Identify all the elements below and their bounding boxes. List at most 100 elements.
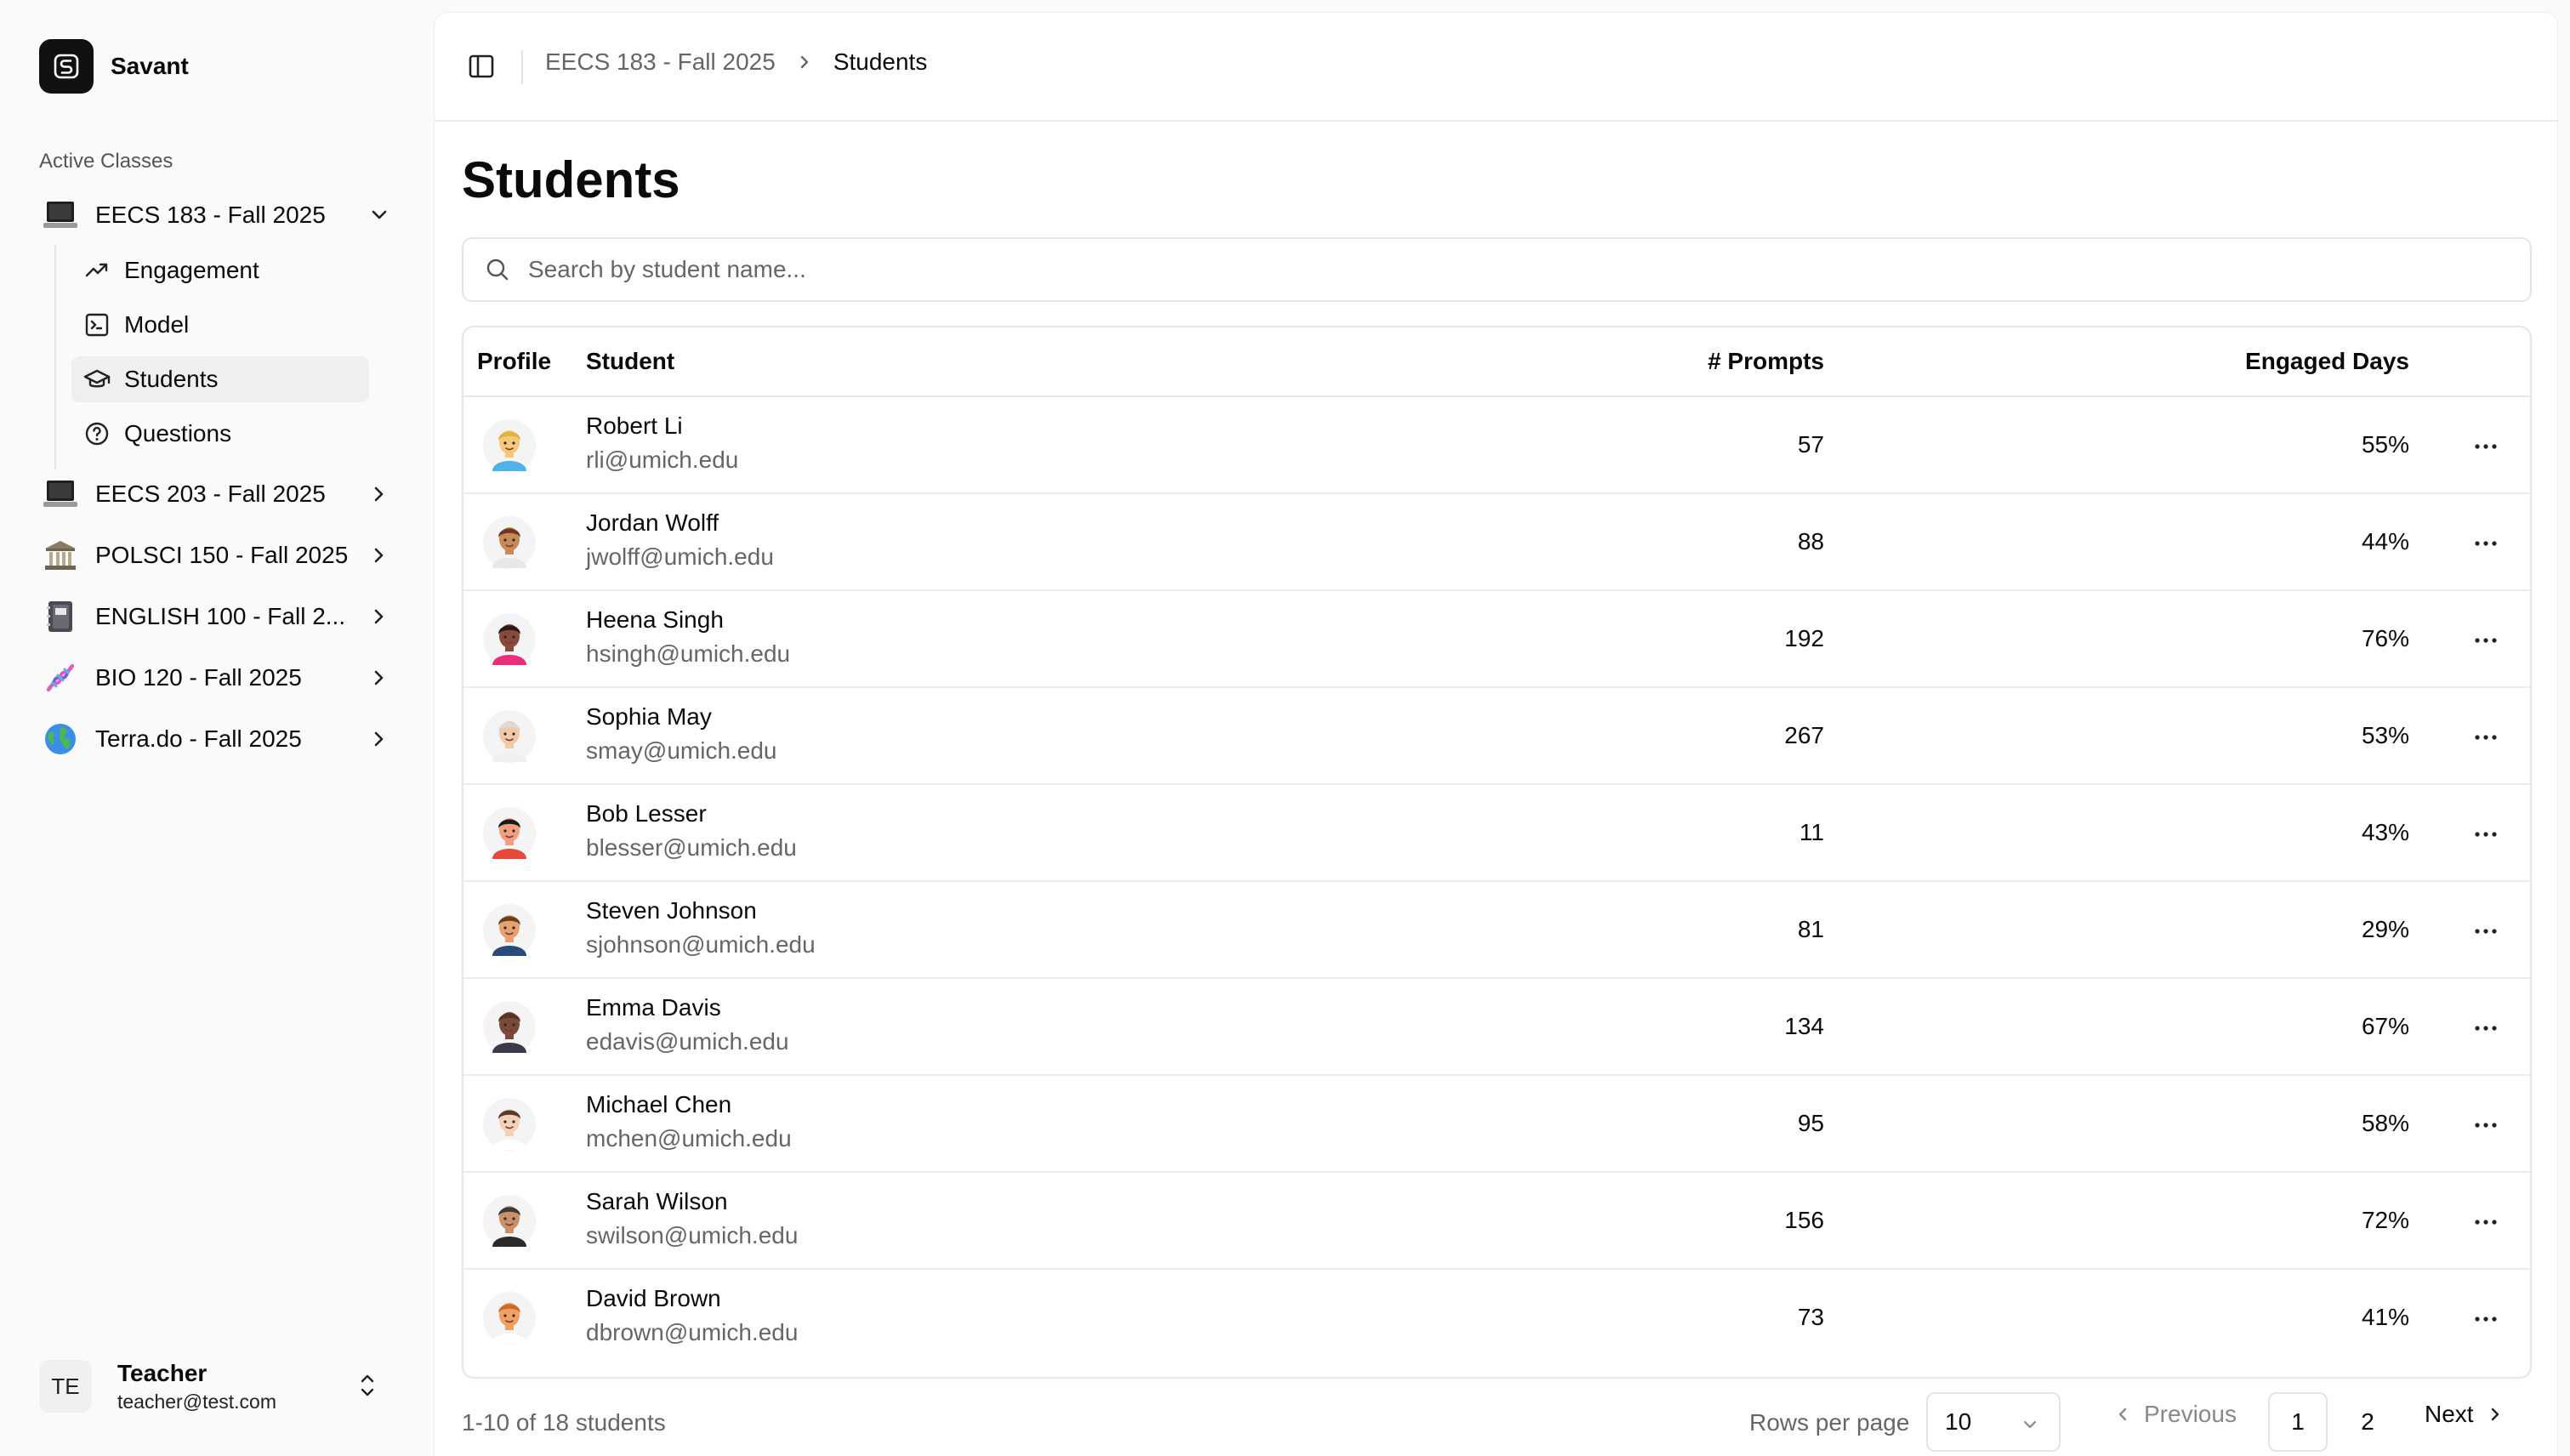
rows-per-page-select[interactable]: 10 [1926, 1392, 2061, 1452]
subnav-questions[interactable]: Questions [71, 411, 369, 457]
notebook-icon [41, 597, 80, 636]
students-table: Profile Student # Prompts Engaged Days R… [462, 326, 2532, 1379]
subnav-model[interactable]: Model [71, 302, 369, 348]
chevron-right-icon[interactable] [367, 666, 391, 690]
column-header-student[interactable]: Student [586, 348, 674, 375]
student-name[interactable]: Sophia May [586, 703, 712, 731]
subnav-label: Students [124, 366, 219, 392]
class-item-terrado[interactable]: Terra.do - Fall 2025 [31, 713, 405, 765]
chevron-right-icon[interactable] [367, 543, 391, 567]
more-horizontal-icon[interactable] [2469, 817, 2503, 851]
globe-icon [41, 719, 80, 759]
engaged-days: 41% [2361, 1304, 2409, 1330]
engaged-days: 55% [2361, 431, 2409, 458]
student-avatar [482, 903, 537, 958]
main-panel: EECS 183 - Fall 2025 Students Students P… [434, 12, 2559, 1456]
chevron-right-icon[interactable] [367, 482, 391, 506]
chevron-down-icon [2020, 1414, 2040, 1435]
student-email: smay@umich.edu [586, 737, 777, 764]
sidebar: Savant Active Classes EECS 183 - Fall 20… [0, 0, 434, 1456]
sidebar-toggle-icon[interactable] [467, 52, 496, 81]
chevron-down-icon[interactable] [367, 203, 391, 227]
chevron-right-icon[interactable] [367, 605, 391, 628]
student-avatar [482, 1097, 537, 1152]
more-horizontal-icon[interactable] [2469, 1205, 2503, 1239]
more-horizontal-icon[interactable] [2469, 526, 2503, 560]
table-row[interactable]: Emma Davis edavis@umich.edu 134 67% [463, 979, 2530, 1076]
student-avatar [482, 1000, 537, 1055]
topbar-divider [521, 50, 523, 84]
user-menu[interactable]: TE Teacher teacher@test.com [39, 1344, 396, 1429]
chevron-left-icon [2118, 1408, 2127, 1421]
more-horizontal-icon[interactable] [2469, 623, 2503, 657]
engaged-days: 58% [2361, 1110, 2409, 1136]
student-email: edavis@umich.edu [586, 1028, 789, 1055]
laptop-icon [41, 475, 80, 514]
previous-page-button[interactable]: Previous [2113, 1401, 2237, 1428]
table-row[interactable]: Steven Johnson sjohnson@umich.edu 81 29% [463, 882, 2530, 979]
more-horizontal-icon[interactable] [2469, 720, 2503, 754]
table-row[interactable]: Sarah Wilson swilson@umich.edu 156 72% [463, 1173, 2530, 1270]
student-name[interactable]: Robert Li [586, 412, 683, 440]
more-horizontal-icon[interactable] [2469, 914, 2503, 948]
page-button-2[interactable]: 2 [2338, 1392, 2397, 1452]
student-name[interactable]: Heena Singh [586, 606, 724, 634]
next-page-button[interactable]: Next [2425, 1401, 2505, 1428]
student-name[interactable]: Emma Davis [586, 994, 721, 1021]
table-header: Profile Student # Prompts Engaged Days [463, 327, 2530, 397]
rows-per-page-label: Rows per page [1749, 1409, 1910, 1436]
subnav-engagement[interactable]: Engagement [71, 247, 369, 293]
avatar-illustration [483, 1098, 536, 1151]
column-header-profile: Profile [477, 348, 552, 374]
table-row[interactable]: Jordan Wolff jwolff@umich.edu 88 44% [463, 494, 2530, 591]
student-email: hsingh@umich.edu [586, 640, 791, 667]
results-summary: 1-10 of 18 students [462, 1409, 666, 1436]
student-avatar [482, 806, 537, 861]
search-icon [484, 256, 511, 283]
prompt-count: 11 [1799, 819, 1824, 845]
table-row[interactable]: David Brown dbrown@umich.edu 73 41% [463, 1270, 2530, 1367]
student-avatar [482, 709, 537, 764]
table-row[interactable]: Sophia May smay@umich.edu 267 53% [463, 688, 2530, 785]
class-item-eecs203[interactable]: EECS 203 - Fall 2025 [31, 468, 405, 520]
user-avatar: TE [39, 1360, 92, 1413]
chevrons-up-down-icon [355, 1371, 379, 1400]
student-name[interactable]: Bob Lesser [586, 800, 707, 828]
more-horizontal-icon[interactable] [2469, 1011, 2503, 1045]
chevron-right-icon[interactable] [367, 727, 391, 751]
breadcrumb-class-link[interactable]: EECS 183 - Fall 2025 [545, 48, 776, 76]
student-email: jwolff@umich.edu [586, 543, 774, 570]
student-name[interactable]: Steven Johnson [586, 897, 757, 924]
search-input[interactable] [528, 256, 2484, 283]
brand[interactable]: Savant [39, 39, 189, 94]
engaged-days: 44% [2361, 528, 2409, 555]
student-name[interactable]: Sarah Wilson [586, 1188, 728, 1215]
class-item-english100[interactable]: ENGLISH 100 - Fall 2... [31, 590, 405, 643]
class-item-bio120[interactable]: BIO 120 - Fall 2025 [31, 651, 405, 704]
table-row[interactable]: Heena Singh hsingh@umich.edu 192 76% [463, 591, 2530, 688]
table-row[interactable]: Bob Lesser blesser@umich.edu 11 43% [463, 785, 2530, 882]
column-header-prompts[interactable]: # Prompts [1708, 348, 1824, 375]
avatar-illustration [483, 1001, 536, 1054]
subnav-students[interactable]: Students [71, 356, 369, 402]
avatar-illustration [483, 1292, 536, 1345]
active-classes-label: Active Classes [39, 150, 173, 173]
table-row[interactable]: Robert Li rli@umich.edu 57 55% [463, 397, 2530, 494]
dna-icon [41, 658, 80, 697]
more-horizontal-icon[interactable] [2469, 429, 2503, 464]
page-button-1[interactable]: 1 [2268, 1392, 2328, 1452]
more-horizontal-icon[interactable] [2469, 1302, 2503, 1336]
class-item-polsci150[interactable]: POLSCI 150 - Fall 2025 [31, 529, 405, 582]
student-name[interactable]: David Brown [586, 1285, 721, 1312]
student-name[interactable]: Michael Chen [586, 1091, 731, 1118]
table-row[interactable]: Michael Chen mchen@umich.edu 95 58% [463, 1076, 2530, 1173]
prompt-count: 81 [1797, 916, 1824, 942]
more-horizontal-icon[interactable] [2469, 1108, 2503, 1142]
column-header-engaged-days[interactable]: Engaged Days [2245, 348, 2409, 375]
avatar-illustration [483, 516, 536, 569]
student-name[interactable]: Jordan Wolff [586, 509, 719, 537]
avatar-illustration [483, 710, 536, 763]
prompt-count: 95 [1797, 1110, 1824, 1136]
class-item-eecs183[interactable]: EECS 183 - Fall 2025 [31, 189, 405, 242]
breadcrumb-current: Students [833, 48, 928, 75]
